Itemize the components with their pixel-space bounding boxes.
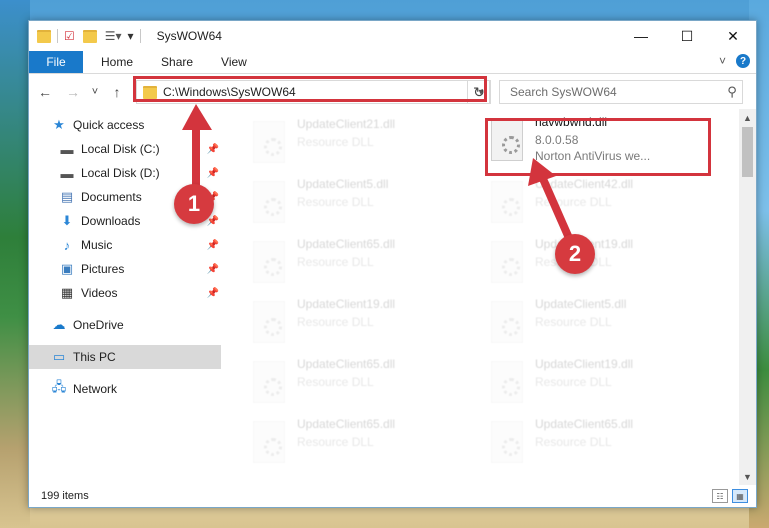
annotation-arrows xyxy=(182,104,580,256)
arrow-1-head xyxy=(182,104,212,130)
step-marker-2: 2 xyxy=(555,234,595,274)
step-marker-1: 1 xyxy=(174,184,214,224)
